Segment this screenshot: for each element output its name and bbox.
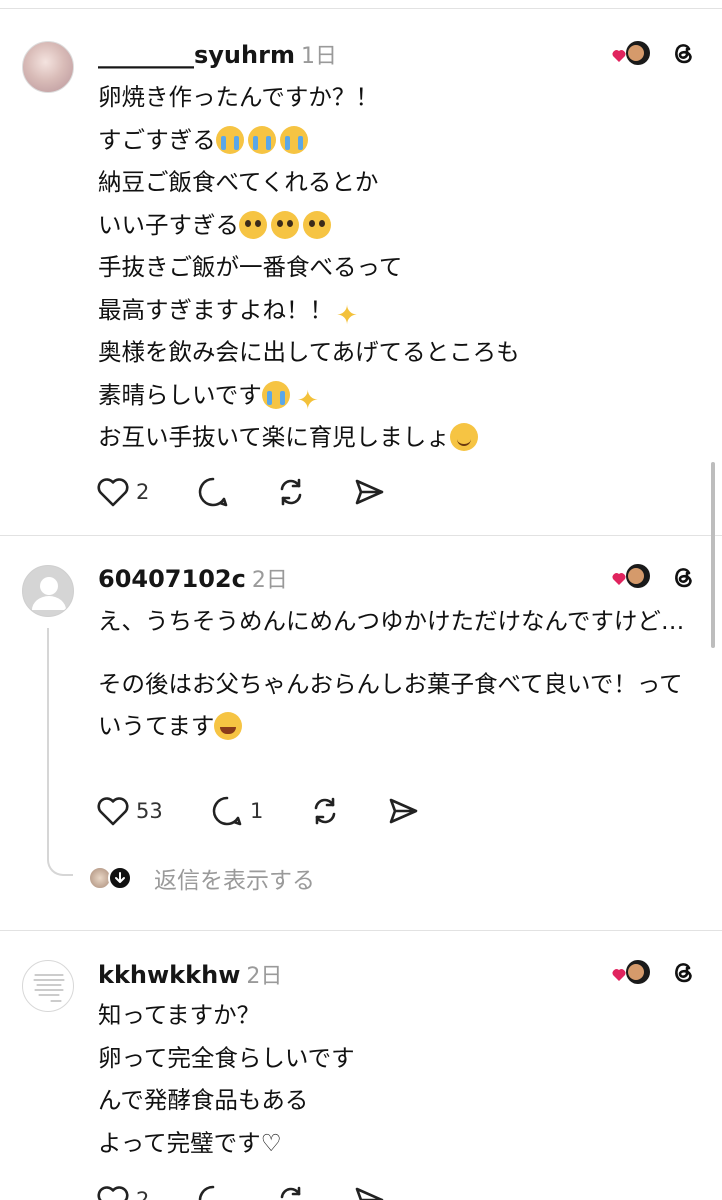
post-divider <box>0 930 722 931</box>
post-line: いい子すぎる <box>98 204 698 247</box>
default-avatar-icon <box>32 577 66 610</box>
crying-emoji-icon <box>215 125 244 154</box>
username[interactable]: 60407102c 2日 <box>98 562 288 594</box>
share-button[interactable] <box>352 474 386 510</box>
send-icon <box>355 479 384 505</box>
scrollbar[interactable] <box>711 462 715 648</box>
post-line: 手抜きご飯が一番食べるって <box>98 253 403 281</box>
repost-icon <box>280 478 302 506</box>
top-divider <box>0 8 722 9</box>
avatar[interactable] <box>22 565 74 617</box>
threads-logo-icon[interactable] <box>668 957 698 987</box>
post-paragraph: その後はお父ちゃんおらんしお菓子食べて良いで！っていうてます <box>98 669 683 740</box>
username-text[interactable]: kkhwkkhw <box>98 961 240 989</box>
like-count: 2 <box>136 1188 150 1200</box>
username-text[interactable]: 60407102c <box>98 565 246 593</box>
post-actions: 2 <box>96 474 516 510</box>
post-line: 卵焼き作ったんですか？！ <box>98 83 379 111</box>
like-button[interactable]: 2 <box>96 474 149 510</box>
thread-line <box>47 628 49 856</box>
post-line: 卵って完全食らしいです <box>98 1043 355 1072</box>
repost-icon <box>314 797 336 825</box>
post-time: 1日 <box>300 44 337 69</box>
comment-button[interactable] <box>196 1182 230 1200</box>
comment-count: 1 <box>250 799 264 823</box>
avatar[interactable] <box>22 960 74 1012</box>
sparkles-emoji-icon: ✦ <box>296 385 319 416</box>
post-actions: 2 <box>96 1182 516 1200</box>
comment-icon <box>198 1185 215 1200</box>
heart-badge-icon <box>612 960 650 984</box>
post-paragraph: え、うちそうめんにめんつゆかけただけなんですけど… <box>98 607 685 635</box>
post-line: 素晴らしいです ✦ <box>98 374 698 417</box>
heart-icon <box>97 478 129 507</box>
comment-icon <box>198 477 228 507</box>
post-line: 最高すぎますよね！！ ✦ <box>98 289 698 332</box>
comment-icon <box>212 796 242 826</box>
comment-button[interactable]: 1 <box>210 793 263 829</box>
heart-icon <box>97 797 129 826</box>
repost-button[interactable] <box>308 793 342 829</box>
post-body: え、うちそうめんにめんつゆかけただけなんですけど… その後はお父ちゃんおらんしお… <box>98 600 698 748</box>
post-line: お互い手抜いて楽に育児しましょ <box>98 416 698 459</box>
crying-emoji-icon <box>261 380 290 409</box>
send-icon <box>355 1187 384 1200</box>
threads-logo-icon[interactable] <box>668 562 698 592</box>
post-time: 2日 <box>246 964 283 989</box>
repost-button[interactable] <box>274 474 308 510</box>
post-line: 奥様を飲み会に出してあげてるところも <box>98 338 520 366</box>
post-line: 納豆ご飯食べてくれるとか <box>98 168 379 196</box>
sparkles-emoji-icon: ✦ <box>336 300 358 331</box>
pleading-emoji-icon <box>271 210 299 239</box>
post-actions: 53 1 <box>96 793 516 829</box>
heart-icon <box>97 1186 129 1200</box>
like-count: 2 <box>136 480 150 504</box>
post-line: んで発酵食品もある <box>98 1086 309 1114</box>
share-button[interactable] <box>386 793 420 829</box>
repost-button[interactable] <box>274 1182 308 1200</box>
like-button[interactable]: 53 <box>96 793 163 829</box>
pleading-emoji-icon <box>239 210 267 239</box>
handwritten-note-avatar-icon <box>33 974 65 1002</box>
username-text[interactable]: ________syuhrm <box>98 41 295 69</box>
like-button[interactable]: 2 <box>96 1182 149 1200</box>
show-replies-link[interactable]: 返信を表示する <box>154 861 315 895</box>
post-body: 卵焼き作ったんですか？！ すごすぎる 納豆ご飯食べてくれるとか いい子すぎる 手… <box>98 76 698 459</box>
post-time: 2日 <box>251 568 288 593</box>
username[interactable]: kkhwkkhw 2日 <box>98 958 282 990</box>
pleading-emoji-icon <box>303 210 331 239</box>
post-body: 知ってますか？ 卵って完全食らしいです んで発酵食品もある よって完璧です♡ <box>98 994 698 1164</box>
post-divider <box>0 535 722 536</box>
smiling-emoji-icon <box>449 423 478 451</box>
repost-icon <box>280 1186 301 1199</box>
username[interactable]: ________syuhrm 1日 <box>98 38 337 70</box>
crying-emoji-icon <box>279 125 308 154</box>
tears-of-joy-emoji-icon <box>214 712 243 740</box>
post-line: よって完璧です♡ <box>98 1128 282 1157</box>
heart-badge-icon <box>612 41 650 65</box>
crying-emoji-icon <box>247 125 276 154</box>
post-line: すごすぎる <box>98 119 698 162</box>
comment-button[interactable] <box>196 474 230 510</box>
show-replies-row[interactable]: 返信を表示する <box>88 861 315 895</box>
share-button[interactable] <box>352 1182 386 1200</box>
send-icon <box>389 798 418 824</box>
arrow-down-icon <box>108 866 132 890</box>
avatar[interactable] <box>22 41 74 93</box>
heart-badge-icon <box>612 564 650 588</box>
like-count: 53 <box>136 799 163 823</box>
threads-logo-icon[interactable] <box>668 38 698 68</box>
thread-line-curve <box>47 856 73 876</box>
post-line: 知ってますか？ <box>98 1001 261 1029</box>
